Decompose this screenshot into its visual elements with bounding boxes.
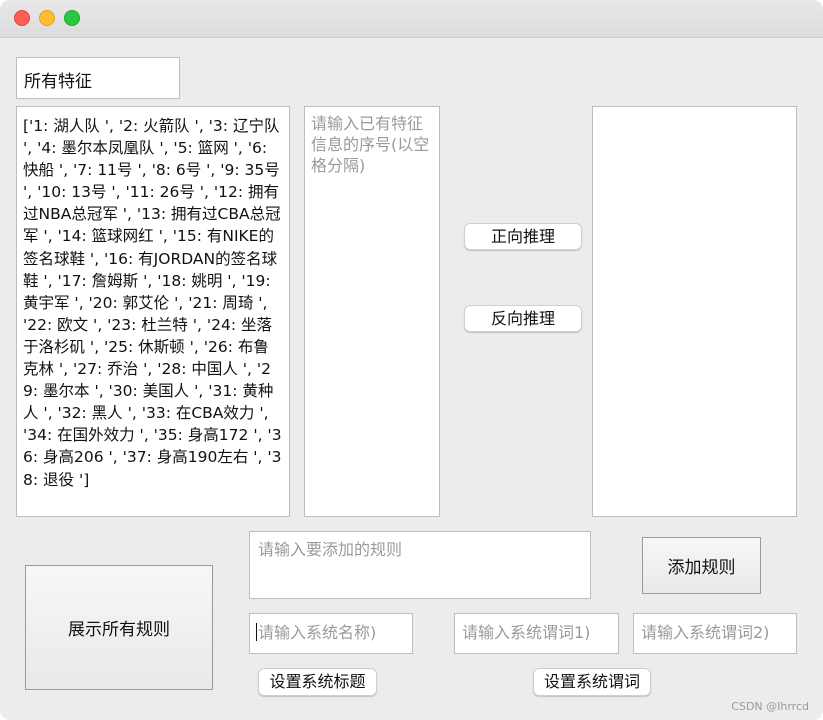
predicate1-placeholder: 请输入系统谓词1) — [462, 623, 591, 642]
system-name-placeholder: 请输入系统名称) — [258, 623, 377, 642]
set-system-title-button[interactable]: 设置系统标题 — [258, 668, 377, 696]
rule-input[interactable]: 请输入要添加的规则 — [249, 531, 591, 599]
show-all-rules-button[interactable]: 展示所有规则 — [25, 565, 213, 690]
system-predicate1-input[interactable]: 请输入系统谓词1) — [454, 613, 619, 654]
all-features-label: 所有特征 — [16, 57, 180, 99]
sequence-input-placeholder: 请输入已有特征信息的序号(以空格分隔) — [311, 114, 430, 175]
app-window: 所有特征 ['1: 湖人队 ', '2: 火箭队 ', '3: 辽宁队 ', '… — [0, 0, 823, 720]
predicate2-placeholder: 请输入系统谓词2) — [641, 623, 770, 642]
watermark: CSDN @Ihrrcd — [731, 700, 809, 713]
system-predicate2-input[interactable]: 请输入系统谓词2) — [633, 613, 797, 654]
system-name-input[interactable]: 请输入系统名称) — [249, 613, 413, 654]
features-list: ['1: 湖人队 ', '2: 火箭队 ', '3: 辽宁队 ', '4: 墨尔… — [16, 106, 290, 517]
rule-input-placeholder: 请输入要添加的规则 — [258, 540, 403, 559]
backward-inference-button[interactable]: 反向推理 — [464, 305, 582, 332]
set-system-predicate-button[interactable]: 设置系统谓词 — [533, 668, 651, 696]
zoom-window-icon[interactable] — [64, 10, 80, 26]
result-output[interactable] — [592, 106, 797, 517]
forward-inference-button[interactable]: 正向推理 — [464, 223, 582, 250]
sequence-input[interactable]: 请输入已有特征信息的序号(以空格分隔) — [304, 106, 440, 517]
close-window-icon[interactable] — [14, 10, 30, 26]
text-caret — [256, 623, 257, 641]
minimize-window-icon[interactable] — [39, 10, 55, 26]
title-bar — [0, 0, 823, 38]
add-rule-button[interactable]: 添加规则 — [642, 537, 761, 594]
